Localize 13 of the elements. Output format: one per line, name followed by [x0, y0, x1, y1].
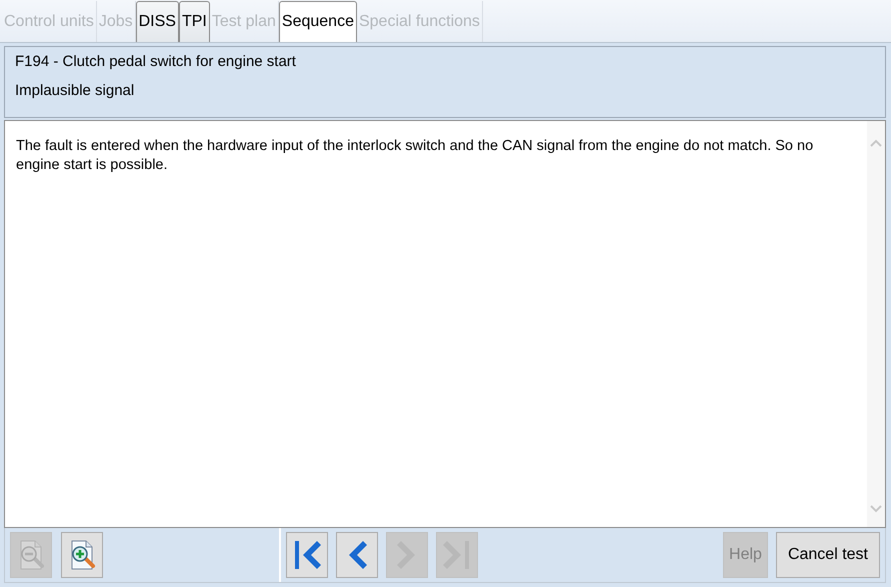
fault-title: F194 - Clutch pedal switch for engine start: [15, 53, 297, 70]
scroll-up-icon[interactable]: [870, 139, 882, 147]
tab[interactable]: TPI: [178, 1, 210, 42]
tab[interactable]: DISS: [136, 1, 179, 42]
fault-subtitle: Implausible signal: [15, 82, 136, 99]
description-text: The fault is entered when the hardware input of the interlock switch and the CAN signal from the engine do not match. So no engine start is possible.: [16, 137, 814, 175]
scroll-down-icon[interactable]: [870, 505, 882, 513]
scrollbar[interactable]: [867, 121, 885, 527]
zoom-in-button[interactable]: [61, 532, 103, 578]
cancel-button[interactable]: Cancel test: [776, 532, 880, 578]
tab[interactable]: Sequence: [278, 1, 357, 42]
navigation-button[interactable]: [336, 532, 378, 578]
navigation-button[interactable]: [286, 532, 328, 578]
